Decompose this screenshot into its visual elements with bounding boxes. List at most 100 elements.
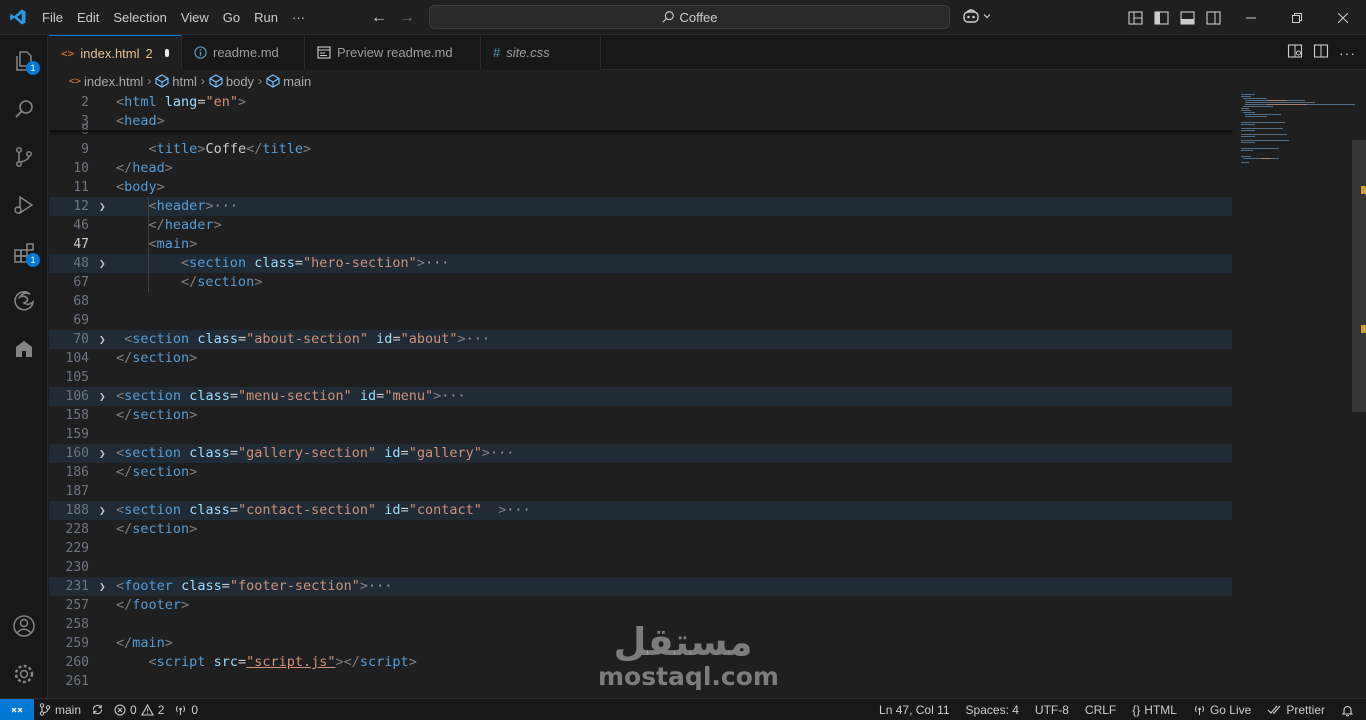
copilot-button[interactable] bbox=[962, 8, 992, 24]
code-token: id bbox=[376, 331, 393, 347]
code-line[interactable]: 46 </header> bbox=[49, 216, 1232, 235]
activity-bar: 1 1 bbox=[0, 35, 48, 698]
customize-layout-icon[interactable] bbox=[1126, 9, 1144, 27]
go-back-icon[interactable]: ← bbox=[370, 9, 388, 27]
code-line[interactable]: 257 </footer> bbox=[49, 596, 1232, 615]
unsaved-dot-icon[interactable] bbox=[164, 49, 169, 57]
command-center-search[interactable]: Coffee bbox=[429, 5, 950, 29]
code-line[interactable]: 70 ❯ <section class="about-section" id="a… bbox=[49, 330, 1232, 349]
indentation-label: Spaces: 4 bbox=[965, 703, 1019, 717]
fold-chevron-icon[interactable]: ❯ bbox=[99, 197, 111, 216]
menu-view[interactable]: View bbox=[174, 0, 216, 35]
fold-chevron-icon[interactable]: ❯ bbox=[99, 444, 111, 463]
end-of-line[interactable]: CRLF bbox=[1077, 699, 1124, 720]
toggle-panel-icon[interactable] bbox=[1178, 9, 1196, 27]
breadcrumb-body[interactable]: body bbox=[209, 74, 254, 89]
edge-devtools-button[interactable] bbox=[0, 277, 48, 325]
manage-button[interactable] bbox=[0, 650, 48, 698]
toggle-primary-sidebar-icon[interactable] bbox=[1152, 9, 1170, 27]
fold-chevron-icon[interactable]: ❯ bbox=[99, 501, 111, 520]
open-preview-icon[interactable] bbox=[1287, 43, 1303, 62]
language-mode[interactable]: {} HTML bbox=[1124, 699, 1185, 720]
code-text: </section> bbox=[116, 349, 197, 368]
fold-chevron-icon[interactable]: ❯ bbox=[99, 330, 111, 349]
encoding[interactable]: UTF-8 bbox=[1027, 699, 1077, 720]
code-line[interactable]: 68 bbox=[49, 292, 1232, 311]
code-line[interactable]: 229 bbox=[49, 539, 1232, 558]
restore-icon[interactable] bbox=[1274, 0, 1320, 35]
end-of-line-label: CRLF bbox=[1084, 703, 1117, 717]
minimap[interactable] bbox=[1237, 92, 1357, 192]
code-line[interactable]: 104 </section> bbox=[49, 349, 1232, 368]
problems-indicator[interactable]: 0 2 bbox=[109, 699, 169, 720]
code-text: <section class="contact-section" id="con… bbox=[116, 501, 531, 520]
code-line[interactable]: 228 </section> bbox=[49, 520, 1232, 539]
editor-scrollbar[interactable] bbox=[1352, 140, 1366, 412]
code-token: < bbox=[148, 198, 157, 214]
go-live-button[interactable]: Go Live bbox=[1185, 699, 1259, 720]
code-token: > bbox=[156, 179, 165, 195]
prettier-button[interactable]: Prettier bbox=[1259, 699, 1333, 720]
code-token: ··· bbox=[213, 198, 238, 214]
extensions-button[interactable]: 1 bbox=[0, 229, 48, 277]
tab-site-css[interactable]: # site.css bbox=[481, 35, 601, 70]
menu-file[interactable]: File bbox=[35, 0, 70, 35]
fold-chevron-icon[interactable]: ❯ bbox=[99, 577, 111, 596]
fold-chevron-icon[interactable]: ❯ bbox=[99, 387, 111, 406]
code-line[interactable]: 67 </section> bbox=[49, 273, 1232, 292]
cursor-position[interactable]: Ln 47, Col 11 bbox=[871, 699, 958, 720]
menu-more[interactable]: ··· bbox=[285, 0, 312, 35]
go-forward-icon[interactable]: → bbox=[398, 9, 416, 27]
notifications-button[interactable] bbox=[1333, 699, 1362, 720]
code-token: = bbox=[237, 654, 247, 670]
code-line[interactable]: 158 </section> bbox=[49, 406, 1232, 425]
code-line[interactable]: 11 <body> bbox=[49, 178, 1232, 197]
code-line[interactable]: 47 <main> bbox=[49, 235, 1232, 254]
breadcrumb-html[interactable]: html bbox=[155, 74, 197, 89]
code-line[interactable]: 10 </head> bbox=[49, 159, 1232, 178]
code-line[interactable]: 187 bbox=[49, 482, 1232, 501]
indentation[interactable]: Spaces: 4 bbox=[958, 699, 1027, 720]
run-debug-button[interactable] bbox=[0, 181, 48, 229]
code-line[interactable]: 231 ❯ <footer class="footer-section">··· bbox=[49, 577, 1232, 596]
menu-run[interactable]: Run bbox=[247, 0, 285, 35]
explorer-button[interactable]: 1 bbox=[0, 37, 48, 85]
remote-home-button[interactable] bbox=[0, 325, 48, 373]
menu-edit[interactable]: Edit bbox=[70, 0, 106, 35]
line-number: 230 bbox=[65, 560, 89, 575]
code-line[interactable]: 12 ❯ <header>··· bbox=[49, 197, 1232, 216]
code-line[interactable]: 160 ❯ <section class="gallery-section" id=… bbox=[49, 444, 1232, 463]
split-editor-icon[interactable] bbox=[1313, 43, 1329, 62]
code-line[interactable]: 48 ❯ <section class="hero-section">··· bbox=[49, 254, 1232, 273]
source-control-button[interactable] bbox=[0, 133, 48, 181]
code-line[interactable]: 9 <title>Coffe</title> bbox=[49, 140, 1232, 159]
code-line[interactable]: 69 bbox=[49, 311, 1232, 330]
command-center-label: Coffee bbox=[679, 9, 718, 25]
ports-indicator[interactable]: 0 bbox=[169, 699, 203, 720]
code-editor[interactable]: 2<html lang="en">3<head>89 <title>Coffe<… bbox=[49, 92, 1366, 698]
branch-indicator[interactable]: main bbox=[34, 699, 86, 720]
code-line[interactable]: 106 ❯ <section class="menu-section" id="me… bbox=[49, 387, 1232, 406]
toggle-secondary-sidebar-icon[interactable] bbox=[1204, 9, 1222, 27]
menu-selection[interactable]: Selection bbox=[106, 0, 173, 35]
code-line[interactable]: 105 bbox=[49, 368, 1232, 387]
sync-button[interactable] bbox=[86, 699, 109, 720]
code-line[interactable]: 188 ❯ <section class="contact-section" id=… bbox=[49, 501, 1232, 520]
remote-indicator[interactable] bbox=[0, 698, 34, 720]
code-line[interactable]: 2 <html lang="en"> bbox=[49, 93, 1232, 112]
fold-chevron-icon[interactable]: ❯ bbox=[99, 254, 111, 273]
breadcrumb-file[interactable]: <> index.html bbox=[69, 74, 143, 89]
minimize-icon[interactable] bbox=[1228, 0, 1274, 35]
accounts-button[interactable] bbox=[0, 602, 48, 650]
code-line[interactable]: 230 bbox=[49, 558, 1232, 577]
tab-preview-readme[interactable]: Preview readme.md bbox=[305, 35, 481, 70]
menu-go[interactable]: Go bbox=[216, 0, 247, 35]
code-line[interactable]: 186 </section> bbox=[49, 463, 1232, 482]
search-button[interactable] bbox=[0, 85, 48, 133]
breadcrumb-main[interactable]: main bbox=[266, 74, 311, 89]
tab-readme-md[interactable]: readme.md bbox=[182, 35, 305, 70]
tab-index-html[interactable]: <> index.html 2 bbox=[49, 35, 182, 70]
more-actions-icon[interactable]: ··· bbox=[1339, 45, 1356, 61]
close-icon[interactable] bbox=[1320, 0, 1366, 35]
code-line[interactable]: 159 bbox=[49, 425, 1232, 444]
